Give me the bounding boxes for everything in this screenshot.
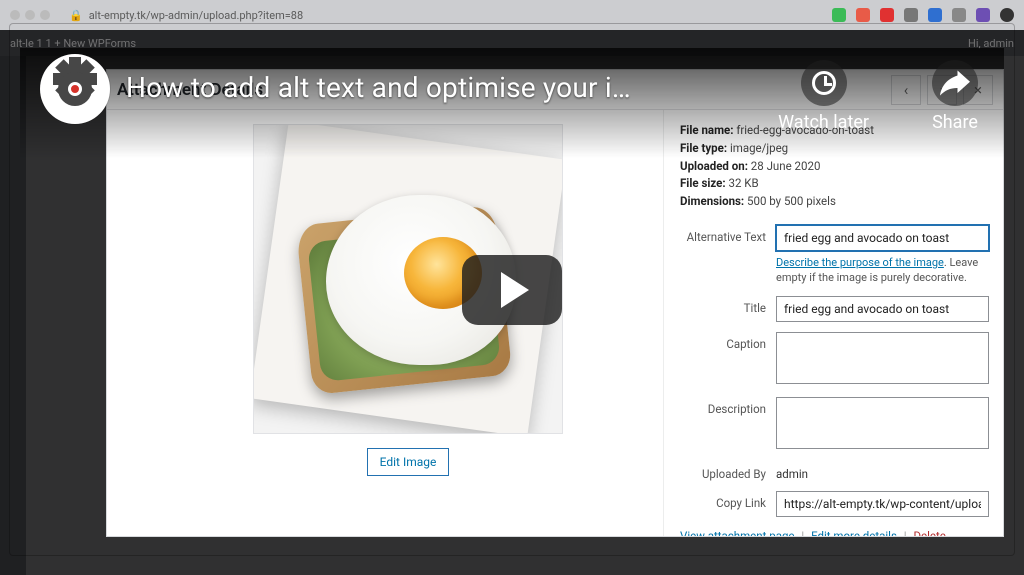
gear-icon — [49, 63, 101, 115]
ext-icon[interactable] — [856, 8, 870, 22]
alt-text-hint: Describe the purpose of the image. Leave… — [776, 255, 989, 286]
copy-link-label: Copy Link — [680, 491, 776, 510]
meta-file-size-label: File size: — [680, 176, 726, 190]
traffic-dot — [40, 10, 50, 20]
uploaded-by-label: Uploaded By — [680, 462, 776, 481]
description-label: Description — [680, 397, 776, 416]
watch-later-button[interactable]: Watch later — [778, 60, 869, 133]
ext-icon[interactable] — [832, 8, 846, 22]
alt-text-input[interactable] — [776, 225, 989, 251]
share-label: Share — [932, 112, 978, 133]
traffic-dot — [25, 10, 35, 20]
caption-label: Caption — [680, 332, 776, 351]
lock-icon: 🔒 — [69, 9, 83, 22]
play-button[interactable] — [462, 255, 562, 325]
meta-uploaded-on: 28 June 2020 — [751, 159, 821, 173]
url-bar[interactable]: 🔒 alt-empty.tk/wp-admin/upload.php?item=… — [69, 9, 832, 22]
caption-textarea[interactable] — [776, 332, 989, 384]
ext-icon[interactable] — [904, 8, 918, 22]
meta-uploaded-on-label: Uploaded on: — [680, 159, 748, 173]
prev-attachment-button[interactable]: ‹ — [891, 75, 921, 105]
copy-link-input[interactable] — [776, 491, 989, 517]
ext-icon[interactable] — [976, 8, 990, 22]
meta-dimensions: 500 by 500 pixels — [747, 194, 836, 208]
channel-avatar[interactable] — [40, 54, 110, 124]
alt-text-label: Alternative Text — [680, 225, 776, 244]
uploaded-by-value: admin — [776, 462, 989, 481]
meta-file-type: image/jpeg — [730, 141, 788, 155]
watch-later-label: Watch later — [778, 112, 869, 133]
ext-icon[interactable] — [928, 8, 942, 22]
link-separator: | — [900, 529, 911, 536]
traffic-dot — [10, 10, 20, 20]
edit-more-details-link[interactable]: Edit more details — [811, 529, 897, 536]
share-icon — [932, 60, 978, 106]
attachment-sidebar: File name: fried-egg-avocado-on-toast Fi… — [663, 110, 1003, 536]
edit-image-button[interactable]: Edit Image — [367, 448, 450, 476]
video-frame: Attachment Details ‹ › × Edit — [10, 24, 1014, 555]
image-preview-area: Edit Image — [107, 110, 663, 536]
share-button[interactable]: Share — [932, 60, 978, 133]
file-meta: File name: fried-egg-avocado-on-toast Fi… — [680, 122, 989, 211]
play-icon — [501, 272, 529, 308]
clock-icon — [812, 71, 836, 95]
alt-text-hint-link[interactable]: Describe the purpose of the image — [776, 256, 944, 269]
page-url: alt-empty.tk/wp-admin/upload.php?item=88 — [89, 9, 303, 22]
video-title[interactable]: How to add alt text and optimise your i… — [126, 71, 631, 104]
attachment-form: Alternative Text Describe the purpose of… — [680, 225, 989, 517]
screenshot-root: 🔒 alt-empty.tk/wp-admin/upload.php?item=… — [0, 0, 1024, 575]
modal-body: Edit Image File name: fried-egg-avocado-… — [107, 110, 1003, 536]
ext-icon[interactable] — [952, 8, 966, 22]
title-label: Title — [680, 296, 776, 315]
link-separator: | — [797, 529, 808, 536]
extension-tray — [832, 8, 1014, 22]
description-textarea[interactable] — [776, 397, 989, 449]
title-input[interactable] — [776, 296, 989, 322]
ext-icon[interactable] — [880, 8, 894, 22]
meta-dimensions-label: Dimensions: — [680, 194, 744, 208]
meta-file-type-label: File type: — [680, 141, 727, 155]
view-attachment-link[interactable]: View attachment page — [680, 529, 795, 536]
meta-file-name-label: File name: — [680, 123, 733, 137]
meta-file-size: 32 KB — [729, 176, 759, 190]
attachment-actions: View attachment page | Edit more details… — [680, 529, 989, 536]
profile-avatar-icon[interactable] — [1000, 8, 1014, 22]
